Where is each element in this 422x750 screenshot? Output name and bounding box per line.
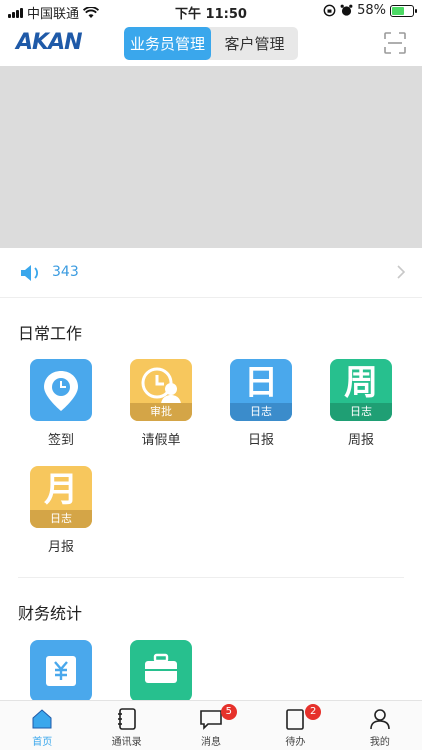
notice-bar[interactable]: 343 xyxy=(0,248,422,298)
calendar-month-icon: 月 日志 xyxy=(30,466,92,528)
tile-weekly-report-label: 周报 xyxy=(347,433,374,448)
segmented-control: 业务员管理 客户管理 xyxy=(124,27,298,60)
section-title-finance: 财务统计 xyxy=(18,604,83,623)
tile-monthly-report[interactable]: 月 日志 月报 xyxy=(29,466,93,555)
status-right: 58% xyxy=(323,3,417,18)
tile-daily-report[interactable]: 日 日志 日报 xyxy=(229,359,293,448)
battery-fill xyxy=(392,6,404,15)
tile-sign-in[interactable]: 签到 xyxy=(29,359,93,448)
todo-icon xyxy=(286,709,305,730)
message-icon xyxy=(200,710,222,730)
tile-leave-request-label: 请假单 xyxy=(141,433,181,448)
tile-leave-request-bg: 审批 xyxy=(130,359,192,421)
bottom-tab-bar: 首页 通讯录 消息 5 待办 2 我的 xyxy=(0,700,422,750)
tile-finance-briefcase-bg xyxy=(130,640,192,702)
tile-weekly-report-band: 日志 xyxy=(330,403,392,421)
contacts-icon xyxy=(117,708,136,730)
tile-leave-request-band: 审批 xyxy=(130,403,192,421)
tab-todo-label: 待办 xyxy=(285,737,306,748)
messages-badge: 5 xyxy=(220,704,237,720)
tile-daily-report-band: 日志 xyxy=(230,403,292,421)
briefcase-icon xyxy=(145,653,177,683)
battery-percent: 58% xyxy=(357,3,386,18)
header: AKAN 业务员管理 客户管理 xyxy=(0,22,422,66)
tile-weekly-report-char: 周 xyxy=(344,363,378,403)
alarm-icon xyxy=(340,4,353,16)
tile-daily-report-label: 日报 xyxy=(247,433,274,448)
section-title-daily-work: 日常工作 xyxy=(18,324,83,343)
tile-weekly-report[interactable]: 周 日志 周报 xyxy=(329,359,393,448)
tile-monthly-report-band: 日志 xyxy=(30,510,92,528)
tab-home[interactable]: 首页 xyxy=(0,701,84,750)
tile-finance-expense-bg xyxy=(30,640,92,702)
segment-salesman-management[interactable]: 业务员管理 xyxy=(124,27,211,60)
location-pin-clock-icon xyxy=(44,371,78,411)
akan-logo: AKAN xyxy=(16,30,83,55)
speaker-icon xyxy=(21,265,38,281)
tile-monthly-report-label: 月报 xyxy=(47,540,74,555)
rotation-lock-icon xyxy=(323,4,336,17)
scan-icon[interactable] xyxy=(384,32,406,54)
tab-contacts-label: 通讯录 xyxy=(111,737,142,748)
tab-messages-label: 消息 xyxy=(201,737,222,748)
tile-finance-expense[interactable] xyxy=(29,640,93,702)
tab-home-label: 首页 xyxy=(32,737,53,748)
segment-customer-management[interactable]: 客户管理 xyxy=(211,27,298,60)
tab-mine[interactable]: 我的 xyxy=(338,701,422,750)
tile-sign-in-label: 签到 xyxy=(47,433,74,448)
status-bar: 中国联通 下午 11:50 58% xyxy=(0,0,422,22)
todo-badge: 2 xyxy=(305,704,322,720)
notice-count: 343 xyxy=(52,264,79,280)
banner-carousel[interactable] xyxy=(0,66,422,248)
tab-mine-label: 我的 xyxy=(369,737,390,748)
tab-messages[interactable]: 消息 5 xyxy=(169,701,253,750)
section-divider xyxy=(18,577,404,578)
tile-leave-request[interactable]: 审批 请假单 xyxy=(129,359,193,448)
tile-daily-report-char: 日 xyxy=(244,363,278,403)
calendar-week-icon: 周 日志 xyxy=(330,359,392,421)
tile-sign-in-bg xyxy=(30,359,92,421)
calendar-day-icon: 日 日志 xyxy=(230,359,292,421)
tab-contacts[interactable]: 通讯录 xyxy=(84,701,168,750)
home-icon xyxy=(32,709,52,729)
tab-todo[interactable]: 待办 2 xyxy=(253,701,337,750)
yuan-box-icon xyxy=(46,656,76,686)
chevron-right-icon xyxy=(397,265,406,279)
battery-icon xyxy=(390,4,417,17)
person-icon xyxy=(370,709,390,730)
tile-finance-briefcase[interactable] xyxy=(129,640,193,702)
tile-monthly-report-char: 月 xyxy=(44,470,78,510)
